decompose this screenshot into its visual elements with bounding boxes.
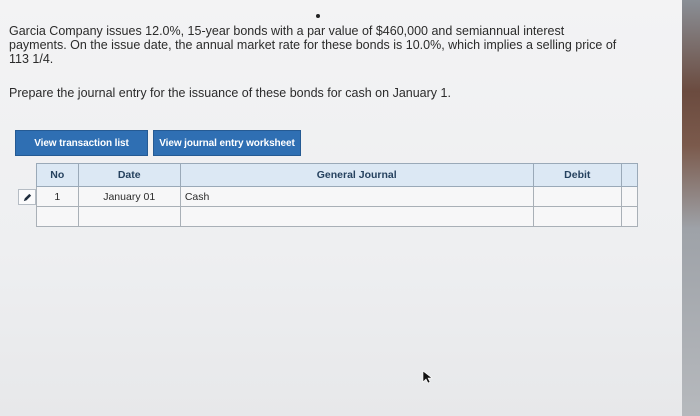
cell-debit[interactable] (532, 186, 622, 207)
col-header-no: No (36, 163, 79, 187)
view-transaction-list-button[interactable]: View transaction list (15, 130, 148, 156)
cell-date[interactable]: January 01 (77, 186, 181, 207)
cell-no (36, 206, 79, 227)
cell-date[interactable] (77, 206, 181, 227)
cell-account[interactable] (179, 206, 534, 227)
cell-extra[interactable] (620, 206, 639, 227)
journal-table: No Date General Journal Debit 1 January … (36, 163, 639, 227)
pencil-icon (23, 193, 31, 201)
cell-debit[interactable] (532, 206, 622, 227)
edit-entry-button[interactable] (18, 189, 36, 205)
table-row: 1 January 01 Cash (36, 186, 639, 207)
view-journal-entry-worksheet-button[interactable]: View journal entry worksheet (153, 130, 301, 156)
cell-extra[interactable] (620, 186, 639, 207)
col-header-debit: Debit (532, 163, 622, 187)
mouse-pointer-icon (422, 370, 434, 389)
instruction-text: Prepare the journal entry for the issuan… (9, 86, 451, 100)
screen-edge (682, 0, 700, 416)
col-header-date: Date (77, 163, 181, 187)
problem-statement: Garcia Company issues 12.0%, 15-year bon… (9, 24, 617, 66)
journal-header-row: No Date General Journal Debit (36, 163, 639, 187)
col-header-extra (620, 163, 639, 187)
cell-no: 1 (36, 186, 79, 207)
page: Garcia Company issues 12.0%, 15-year bon… (0, 0, 682, 416)
dust-dot (316, 14, 320, 18)
cell-account[interactable]: Cash (179, 186, 534, 207)
col-header-general-journal: General Journal (179, 163, 534, 187)
table-row (36, 206, 639, 227)
